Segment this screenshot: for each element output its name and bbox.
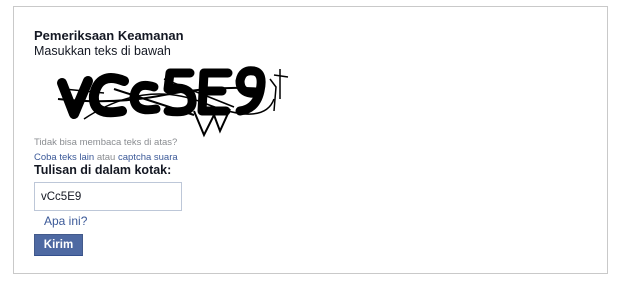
captcha-answer-input[interactable] <box>34 182 182 211</box>
security-check-panel: Pemeriksaan Keamanan Masukkan teks di ba… <box>13 6 608 274</box>
captcha-alternatives: Coba teks lain atau captcha suara <box>34 152 178 163</box>
try-other-text-link[interactable]: Coba teks lain <box>34 152 94 163</box>
whats-this-link[interactable]: Apa ini? <box>44 214 87 228</box>
connector-text: atau <box>96 152 116 163</box>
captcha-image <box>57 66 289 138</box>
security-check-instruction: Masukkan teks di bawah <box>34 44 171 58</box>
cant-read-text: Tidak bisa membaca teks di atas? <box>34 137 178 148</box>
security-check-title: Pemeriksaan Keamanan <box>34 28 184 43</box>
audio-captcha-link[interactable]: captcha suara <box>118 152 178 163</box>
captcha-field-label: Tulisan di dalam kotak: <box>34 163 172 177</box>
submit-button[interactable]: Kirim <box>34 234 83 256</box>
